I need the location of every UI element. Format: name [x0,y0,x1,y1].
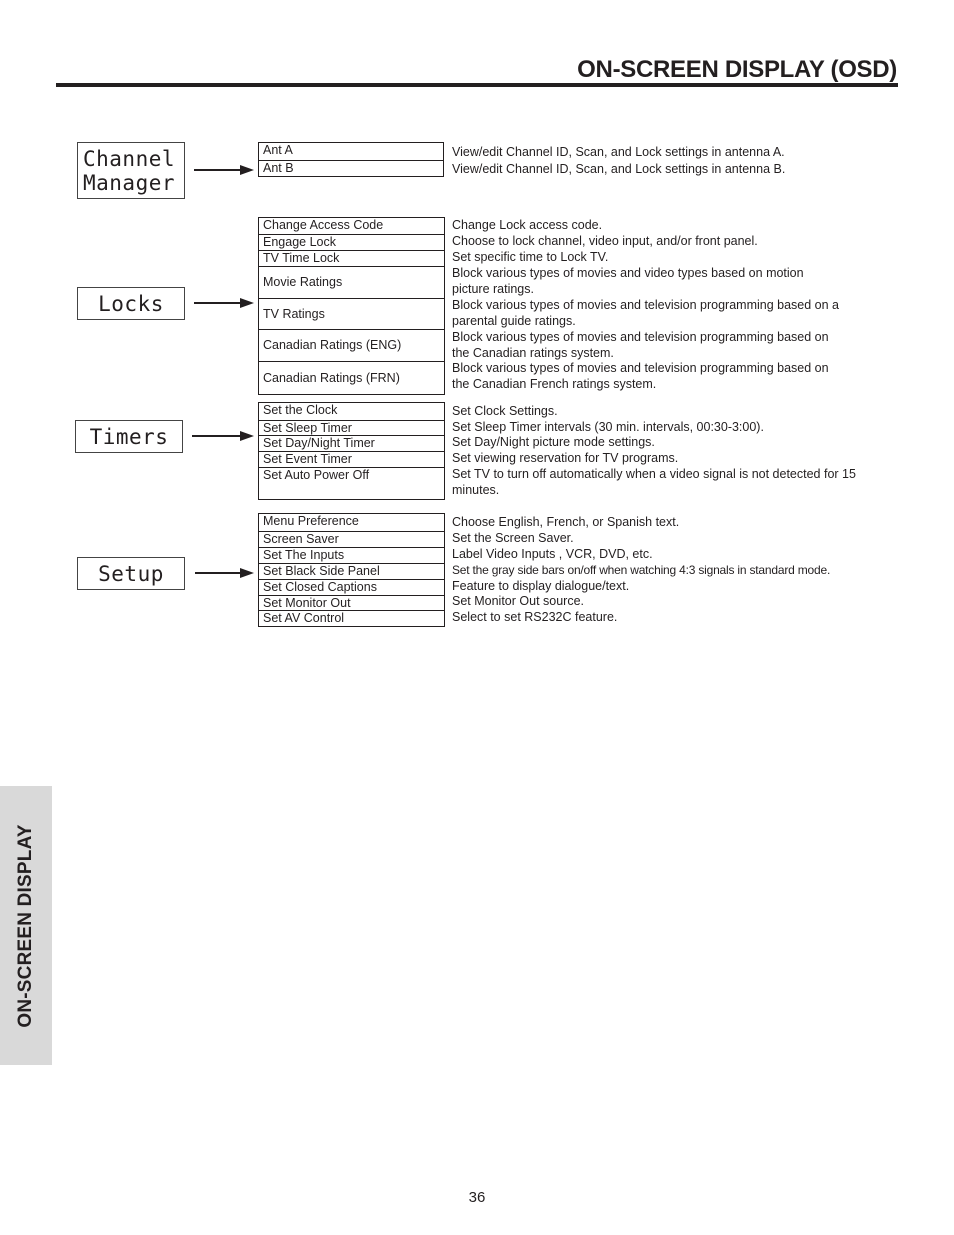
item-description: View/edit Channel ID, Scan, and Lock set… [452,162,786,176]
item-label: Set Day/Night Timer [263,436,375,450]
arrow-right-icon [194,298,254,308]
menu-box-line: Locks [98,291,164,316]
description-line: the Canadian French ratings system. [452,377,657,391]
item-label: TV Time Lock [263,251,340,265]
item-row: Set Sleep Timer [259,420,444,435]
item-table-locks: Change Access Code Engage Lock TV Time L… [258,217,445,395]
item-row: Canadian Ratings (FRN) [259,361,444,394]
item-description: Block various types of movies and televi… [452,297,897,329]
item-description: Set Day/Night picture mode settings. [452,435,655,449]
item-row: TV Ratings [259,298,444,329]
item-description: Set Sleep Timer intervals (30 min. inter… [452,420,764,434]
item-row: Menu Preference [259,514,444,531]
item-row: Set AV Control [259,610,444,626]
menu-box-line: Timers [89,424,169,449]
item-row: Set Monitor Out [259,595,444,610]
item-description: Set Monitor Out source. [452,594,585,608]
title-rule [56,83,898,87]
item-description: Change Lock access code. [452,218,603,232]
description-line: Block various types of movies and video … [452,266,804,280]
item-label: Canadian Ratings (ENG) [263,338,402,352]
arrow-right-icon [192,431,254,441]
item-description: Choose English, French, or Spanish text. [452,515,680,529]
description-column-timers: Set Clock Settings. Set Sleep Timer inte… [452,403,897,498]
page-number: 36 [468,1189,486,1206]
item-row: Set the Clock [259,403,444,420]
item-label: Set Event Timer [263,452,352,466]
menu-box-locks: Locks [77,287,185,320]
item-description: Set specific time to Lock TV. [452,250,609,264]
item-description: Block various types of movies and televi… [452,329,897,360]
item-table-timers: Set the Clock Set Sleep Timer Set Day/Ni… [258,402,445,500]
item-row: Set Auto Power Off [259,467,444,499]
item-row: TV Time Lock [259,250,444,266]
item-label: Set Monitor Out [263,596,351,610]
item-description: Set the gray side bars on/off when watch… [452,563,831,577]
menu-box-setup: Setup [77,557,185,590]
item-label: Set Closed Captions [263,580,377,594]
menu-box-channel-manager: Channel Manager [77,142,185,199]
item-description: View/edit Channel ID, Scan, and Lock set… [452,145,785,159]
item-description: Set TV to turn off automatically when a … [452,466,897,498]
arrow-right-icon [194,165,254,175]
description-line: the Canadian ratings system. [452,346,614,360]
item-label: Menu Preference [263,514,359,528]
item-row: Set Closed Captions [259,579,444,595]
item-label: Set Sleep Timer [263,421,352,435]
item-label: Movie Ratings [263,275,343,289]
item-description: Block various types of movies and televi… [452,360,897,392]
item-row: Ant A [259,143,443,160]
menu-box-line: Manager [83,170,176,195]
item-label: Set the Clock [263,403,338,417]
item-row: Change Access Code [259,218,444,234]
item-row: Canadian Ratings (ENG) [259,329,444,361]
item-description: Block various types of movies and video … [452,265,897,297]
description-line: Block various types of movies and televi… [452,361,829,375]
item-row: Engage Lock [259,234,444,250]
side-tab-label: ON-SCREEN DISPLAY [15,824,36,1028]
menu-box-timers: Timers [75,420,183,453]
item-description: Set Clock Settings. [452,404,558,418]
description-line: minutes. [452,483,500,497]
item-row: Set Event Timer [259,451,444,467]
item-row: Set Black Side Panel [259,563,444,579]
item-label: Engage Lock [263,235,336,249]
item-row: Set Day/Night Timer [259,435,444,451]
menu-box-line: Channel [83,146,176,171]
description-line: Block various types of movies and televi… [452,298,840,312]
item-label: Set Black Side Panel [263,564,380,578]
description-column-locks: Change Lock access code. Choose to lock … [452,217,897,392]
item-label: Set The Inputs [263,548,345,562]
item-label: Set Auto Power Off [263,468,370,482]
item-table-setup: Menu Preference Screen Saver Set The Inp… [258,513,445,627]
description-line: Set TV to turn off automatically when a … [452,467,856,481]
item-label: Ant B [263,161,294,175]
item-table-channel-manager: Ant A Ant B [258,142,444,177]
description-column-setup: Choose English, French, or Spanish text.… [452,514,897,625]
description-line: picture ratings. [452,282,534,296]
item-label: Ant A [263,143,293,157]
item-label: Canadian Ratings (FRN) [263,370,400,385]
item-label: Change Access Code [263,218,384,232]
item-row: Screen Saver [259,531,444,547]
item-description: Feature to display dialogue/text. [452,579,630,593]
item-row: Ant B [259,160,443,176]
item-description: Set the Screen Saver. [452,531,574,545]
item-row: Movie Ratings [259,266,444,298]
page-title: ON-SCREEN DISPLAY (OSD) [577,56,897,83]
item-label: TV Ratings [263,306,325,321]
item-description: Choose to lock channel, video input, and… [452,234,758,248]
item-row: Set The Inputs [259,547,444,563]
description-line: parental guide ratings. [452,314,576,328]
side-tab: ON-SCREEN DISPLAY [0,786,52,1065]
item-label: Set AV Control [263,611,345,625]
menu-box-line: Setup [98,561,164,586]
item-description: Select to set RS232C feature. [452,610,618,624]
item-label: Screen Saver [263,532,339,546]
description-line: Block various types of movies and televi… [452,330,829,344]
description-column-channel-manager: View/edit Channel ID, Scan, and Lock set… [452,144,897,177]
item-description: Label Video Inputs , VCR, DVD, etc. [452,547,653,561]
arrow-right-icon [195,568,254,578]
item-description: Set viewing reservation for TV programs. [452,451,679,465]
